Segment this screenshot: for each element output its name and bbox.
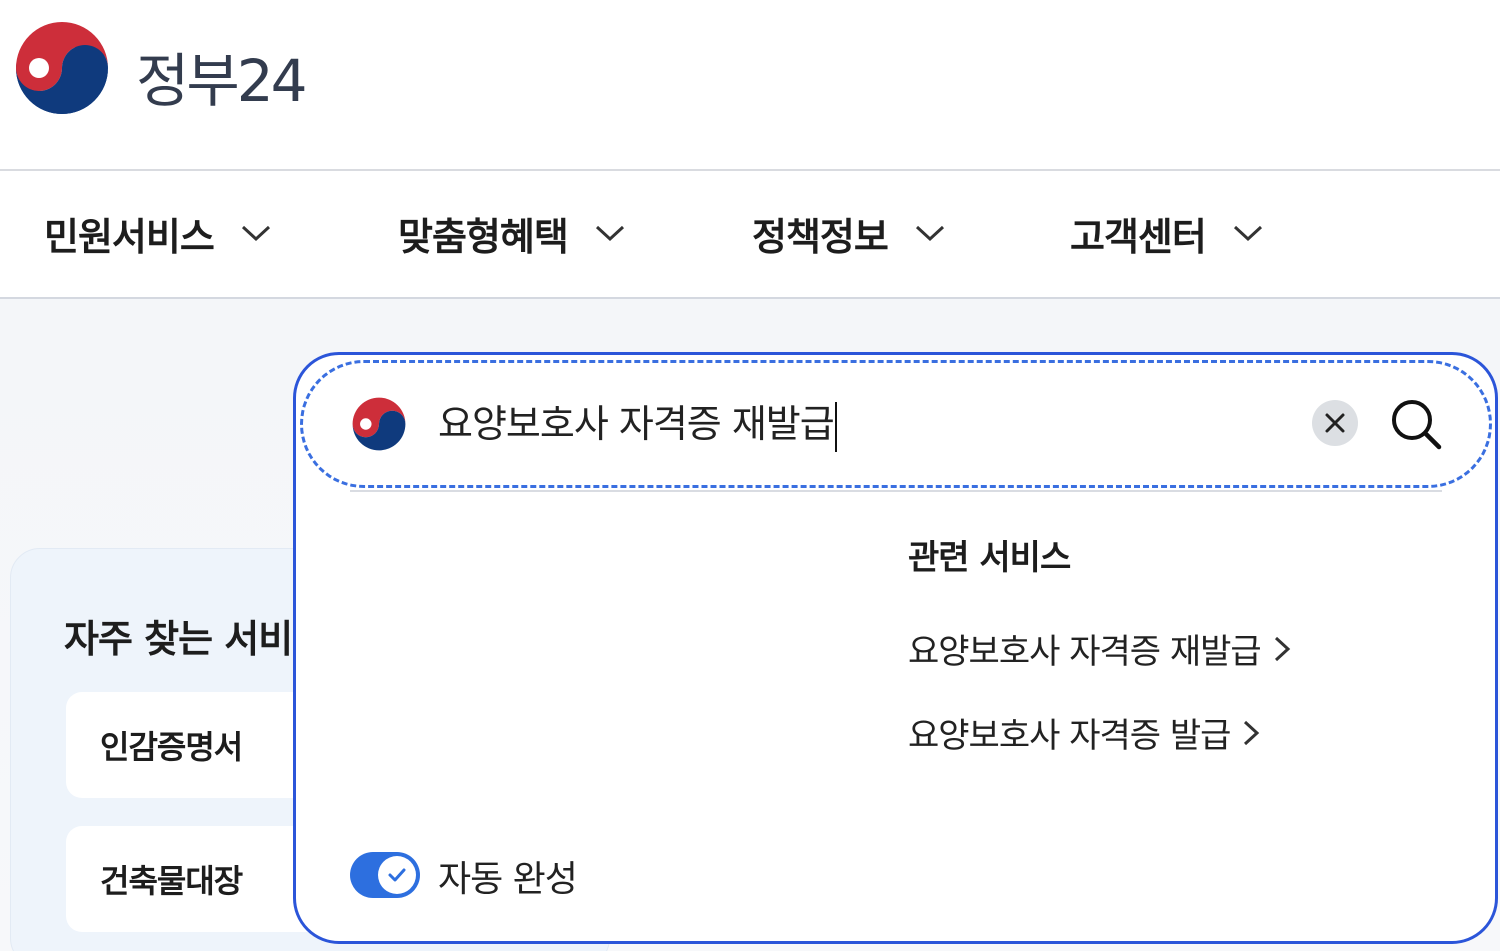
taegeuk-emblem-icon [350,395,408,453]
toggle-knob [378,856,416,894]
frequent-services-title: 자주 찾는 서비 [64,617,293,661]
clear-search-button[interactable] [1312,400,1358,446]
brand-title[interactable]: 정부24 [136,34,308,118]
chevron-down-icon [915,225,944,242]
nav-item-label: 고객센터 [1070,214,1207,259]
chevron-down-icon [595,225,624,242]
main-nav: 민원서비스 맞춤형혜택 정책정보 고객센터 [0,171,1500,299]
nav-item-customer-center[interactable]: 고객센터 [1070,207,1264,259]
nav-item-civil-service[interactable]: 민원서비스 [44,207,272,259]
search-query: 요양보호사 자격증 재발급 [438,402,835,446]
check-icon [388,868,406,882]
related-service-label: 요양보호사 자격증 재발급 [908,632,1262,672]
divider [350,490,1442,492]
site-header: 정부24 [0,0,1500,171]
nav-item-label: 민원서비스 [44,214,215,259]
chevron-right-icon [1274,636,1290,661]
autocomplete-label: 자동 완성 [438,859,578,900]
taegeuk-emblem-icon[interactable] [8,16,116,120]
chevron-right-icon [1244,720,1260,745]
chevron-down-icon [1233,225,1262,242]
search-icon[interactable] [1388,396,1444,452]
nav-item-custom-benefits[interactable]: 맞춤형혜택 [398,207,626,259]
text-caret [834,401,837,452]
related-services-title: 관련 서비스 [908,538,1071,578]
nav-item-policy-info[interactable]: 정책정보 [752,207,946,259]
nav-item-label: 맞춤형혜택 [398,214,569,259]
chevron-down-icon [241,225,270,242]
close-icon [1325,413,1345,433]
autocomplete-toggle[interactable] [350,852,420,898]
related-service-link[interactable]: 요양보호사 자격증 발급 [908,708,1260,757]
related-service-link[interactable]: 요양보호사 자격증 재발급 [908,624,1291,673]
search-input[interactable]: 요양보호사 자격증 재발급 [438,396,837,452]
related-service-label: 요양보호사 자격증 발급 [908,716,1231,756]
nav-item-label: 정책정보 [752,214,889,259]
